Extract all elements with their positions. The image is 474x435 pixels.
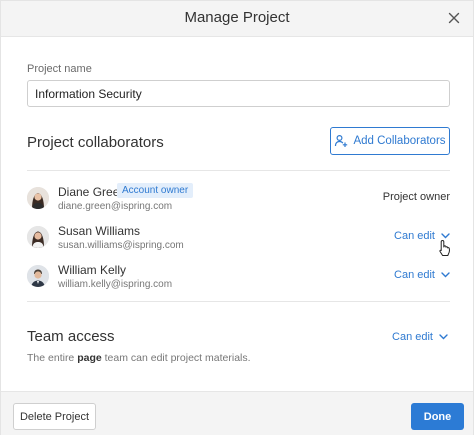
role-dropdown[interactable]: Can edit <box>394 269 450 281</box>
collaborator-row: Diane Green Account owner diane.green@is… <box>27 183 450 215</box>
collaborator-email: susan.williams@ispring.com <box>58 240 184 251</box>
dialog-header: Manage Project <box>1 1 473 37</box>
collaborator-row: Susan Williams susan.williams@ispring.co… <box>27 224 450 254</box>
dialog-footer: Delete Project Done <box>1 391 473 435</box>
team-note-prefix: The entire <box>27 352 78 364</box>
add-collaborators-button[interactable]: Add Collaborators <box>330 127 450 155</box>
collaborator-name: Diane Green <box>58 185 127 199</box>
role-dropdown-label: Can edit <box>394 269 435 281</box>
done-button[interactable]: Done <box>411 403 464 430</box>
add-collaborators-label: Add Collaborators <box>353 135 446 147</box>
avatar <box>27 187 49 209</box>
team-note-suffix: team can edit project materials. <box>101 352 251 364</box>
project-name-input[interactable] <box>27 80 450 107</box>
dialog-title: Manage Project <box>184 9 290 26</box>
collaborator-email: william.kelly@ispring.com <box>58 279 173 290</box>
account-owner-badge: Account owner <box>117 183 194 198</box>
divider <box>27 170 450 171</box>
close-icon[interactable] <box>445 9 463 27</box>
chevron-down-icon <box>441 272 450 278</box>
delete-project-button[interactable]: Delete Project <box>13 403 96 430</box>
divider <box>27 301 450 302</box>
hand-cursor-icon <box>438 239 452 262</box>
team-role-label: Can edit <box>392 331 433 343</box>
avatar <box>27 226 49 248</box>
collaborator-name: Susan Williams <box>58 224 141 238</box>
team-access-title: Team access <box>27 328 115 345</box>
team-role-dropdown[interactable]: Can edit <box>392 331 448 343</box>
collaborator-role: Project owner <box>382 191 450 203</box>
add-user-icon <box>334 134 348 148</box>
avatar <box>27 265 49 287</box>
team-note-bold: page <box>77 352 102 364</box>
team-access-note: The entire page team can edit project ma… <box>27 352 251 364</box>
collaborator-name: William Kelly <box>58 263 127 277</box>
chevron-down-icon <box>439 334 448 340</box>
collaborator-email: diane.green@ispring.com <box>58 201 173 212</box>
role-dropdown-label: Can edit <box>394 230 435 242</box>
collaborator-row: William Kelly william.kelly@ispring.com … <box>27 263 450 293</box>
manage-project-dialog: Manage Project Project name Project coll… <box>0 0 474 435</box>
project-name-label: Project name <box>27 63 92 75</box>
collaborators-title: Project collaborators <box>27 134 164 151</box>
